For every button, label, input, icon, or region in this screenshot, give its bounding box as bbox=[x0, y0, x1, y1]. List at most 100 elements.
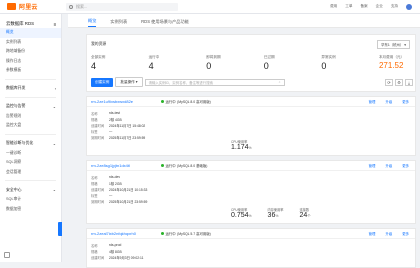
sidebar-toggle-handle[interactable] bbox=[58, 222, 62, 236]
field-value: 2核 4GB bbox=[109, 117, 122, 122]
top-links: 费用 工单 备案 企业 支持 bbox=[330, 4, 412, 10]
sidebar: 云数据库 RDS ≡ 概览 实例列表 跨地域备份 操作日志 参数模板 数据库开发… bbox=[0, 14, 62, 262]
sidebar-item-encryption[interactable]: 数据加密 bbox=[0, 205, 61, 215]
instance-id-link[interactable]: rm-2ze8sg1jyjtn1dx4tl bbox=[91, 163, 161, 168]
stat-value: 4 bbox=[91, 61, 97, 71]
instance-metrics: CPU使用率 0.754% 内存使用率 36% 连接数 24个 bbox=[231, 207, 311, 219]
stat-expiring[interactable]: 即将到期 0 bbox=[206, 55, 264, 71]
sidebar-item-label: 操作日志 bbox=[6, 58, 22, 63]
region-select[interactable]: 华东1（杭州） ▾ bbox=[377, 40, 410, 49]
sidebar-item-operation-log[interactable]: 操作日志 bbox=[0, 57, 61, 67]
stat-label: 即将到期 bbox=[206, 55, 221, 59]
sidebar-item-sql-insight[interactable]: SQL洞察 bbox=[0, 158, 61, 168]
stat-cost[interactable]: 本月费用（元） 271.52 bbox=[379, 55, 415, 71]
region-select-value: 华东1（杭州） bbox=[381, 43, 404, 47]
tab-instance-list[interactable]: 实例列表 bbox=[110, 16, 127, 27]
sidebar-item-dashboard[interactable]: 监控大盘 bbox=[0, 121, 61, 131]
sidebar-item-label: 实例列表 bbox=[6, 39, 22, 44]
field-value: 4核 8GB bbox=[109, 249, 122, 254]
stat-abnormal[interactable]: 异常实例 0 bbox=[321, 55, 379, 71]
sidebar-item-overview[interactable]: 概览 bbox=[0, 28, 61, 38]
sidebar-item-label: 概览 bbox=[6, 30, 14, 35]
instance-card-body: 名称 rds-prod 规格 4核 8GB 创建时间 2024年9月3日 09:02:… bbox=[87, 239, 415, 267]
manage-link[interactable]: 管理 bbox=[369, 99, 376, 104]
top-link-enterprise[interactable]: 企业 bbox=[376, 4, 383, 10]
stat-label: 全部实例 bbox=[91, 55, 106, 59]
tab-scenarios[interactable]: RDS 使用场景与产品功能 bbox=[141, 16, 189, 27]
field-row: 创建时间 2024年9月3日 09:02:11 bbox=[91, 254, 411, 260]
search-icon: ⌕ bbox=[278, 80, 281, 84]
more-link[interactable]: 更多 bbox=[402, 99, 409, 104]
upgrade-link[interactable]: 升级 bbox=[385, 163, 392, 168]
instance-actions: 管理 升级 更多 bbox=[369, 99, 415, 104]
instance-id-link[interactable]: rm-2ze1u9ixsbxwxd82e bbox=[91, 99, 161, 104]
field-value: 2024年9月3日 09:02:11 bbox=[109, 255, 144, 260]
status-badge: 运行中 (MySQL 8.0 基础版) bbox=[161, 163, 291, 168]
status-text: 运行中 bbox=[165, 164, 176, 168]
stat-expired[interactable]: 已过期 0 bbox=[264, 55, 322, 71]
sidebar-group-diagnosis[interactable]: 智能诊断与优化 ⌄ bbox=[0, 138, 61, 149]
more-link[interactable]: 更多 bbox=[402, 231, 409, 236]
sidebar-item-instances[interactable]: 实例列表 bbox=[0, 38, 61, 48]
top-link-ticket[interactable]: 工单 bbox=[345, 4, 352, 10]
sidebar-item-label: 监控大盘 bbox=[6, 123, 22, 128]
sidebar-group-monitor[interactable]: 监控与告警 ⌄ bbox=[0, 101, 61, 112]
more-link[interactable]: 更多 bbox=[402, 163, 409, 168]
sidebar-item-sql-audit[interactable]: SQL审计 bbox=[0, 195, 61, 205]
sidebar-item-label: 跨地域备份 bbox=[6, 49, 25, 54]
field-value: 1核 2GB bbox=[109, 181, 122, 186]
sidebar-group-security[interactable]: 安全中心 ⌄ bbox=[0, 184, 61, 195]
stats-header: 我的资源 华东1（杭州） ▾ bbox=[87, 35, 415, 49]
top-link-billing[interactable]: 费用 bbox=[330, 4, 337, 10]
sidebar-item-cross-region-backup[interactable]: 跨地域备份 bbox=[0, 47, 61, 57]
download-icon[interactable]: ⤓ bbox=[405, 78, 413, 86]
field-value: — bbox=[109, 129, 113, 133]
instance-id-link[interactable]: rm-2zeal7ixb2nfqkhqxrh0 bbox=[91, 231, 161, 236]
stat-total[interactable]: 全部实例 4 bbox=[91, 55, 149, 71]
filter-placeholder: 请输入实例ID、实例名称、备注等进行搜索 bbox=[148, 80, 213, 85]
stat-running[interactable]: 运行中 4 bbox=[149, 55, 207, 71]
top-link-support[interactable]: 支持 bbox=[391, 4, 398, 10]
field-key: 创建时间 bbox=[91, 123, 105, 128]
batch-operation-label: 批量操作 bbox=[120, 79, 135, 84]
field-key: 名称 bbox=[91, 175, 98, 180]
sidebar-item-session[interactable]: 会话管理 bbox=[0, 168, 61, 178]
logo-text: 阿里云 bbox=[19, 5, 38, 11]
settings-icon[interactable]: ⚙ bbox=[395, 78, 403, 86]
manage-link[interactable]: 管理 bbox=[369, 231, 376, 236]
avatar[interactable] bbox=[406, 4, 412, 10]
instance-filter-input[interactable]: 请输入实例ID、实例名称、备注等进行搜索 ⌕ bbox=[144, 78, 285, 86]
batch-operation-button[interactable]: 批量操作 ▾ bbox=[115, 77, 143, 87]
sidebar-item-alert-rules[interactable]: 告警规则 bbox=[0, 112, 61, 122]
metric-value: 1.174 bbox=[231, 144, 249, 151]
stat-label: 运行中 bbox=[148, 55, 160, 59]
logo[interactable]: 阿里云 bbox=[7, 2, 38, 11]
sidebar-item-one-click-diagnosis[interactable]: 一键诊断 bbox=[0, 149, 61, 159]
sidebar-item-label: SQL洞察 bbox=[6, 160, 22, 165]
stat-label: 已过期 bbox=[263, 55, 275, 59]
metric-value: 0.754 bbox=[231, 212, 249, 219]
menu-collapse-icon[interactable]: ≡ bbox=[53, 22, 56, 27]
manage-link[interactable]: 管理 bbox=[369, 163, 376, 168]
stat-value: 271.52 bbox=[378, 61, 404, 70]
field-key: 到期时间 bbox=[91, 135, 105, 140]
refresh-icon[interactable]: ⟳ bbox=[385, 78, 393, 86]
sidebar-item-param-template[interactable]: 参数模板 bbox=[0, 66, 61, 76]
field-key: 创建时间 bbox=[91, 255, 105, 260]
upgrade-link[interactable]: 升级 bbox=[385, 99, 392, 104]
top-link-icp[interactable]: 备案 bbox=[360, 4, 367, 10]
global-search-input[interactable]: 搜索... bbox=[66, 3, 178, 11]
stat-label: 本月费用（元） bbox=[378, 55, 405, 59]
instance-card: rm-2ze8sg1jyjtn1dx4tl 运行中 (MySQL 8.0 基础版)… bbox=[86, 160, 416, 224]
tab-overview[interactable]: 概览 bbox=[88, 16, 97, 27]
sidebar-group-dev[interactable]: 数据库开发 › bbox=[0, 83, 61, 94]
chevron-down-icon: ⌄ bbox=[52, 140, 56, 146]
upgrade-link[interactable]: 升级 bbox=[385, 231, 392, 236]
create-instance-button[interactable]: 创建实例 bbox=[91, 77, 114, 87]
sidebar-title-text: 云数据库 RDS bbox=[6, 21, 35, 26]
search-placeholder: 搜索... bbox=[76, 4, 88, 9]
sidebar-collapse-button[interactable] bbox=[4, 252, 10, 258]
metric-cpu: CPU使用率 1.174% bbox=[231, 139, 252, 151]
instance-spec: (MySQL 8.0 基础版) bbox=[177, 164, 208, 168]
sidebar-group-label: 智能诊断与优化 bbox=[6, 140, 34, 145]
